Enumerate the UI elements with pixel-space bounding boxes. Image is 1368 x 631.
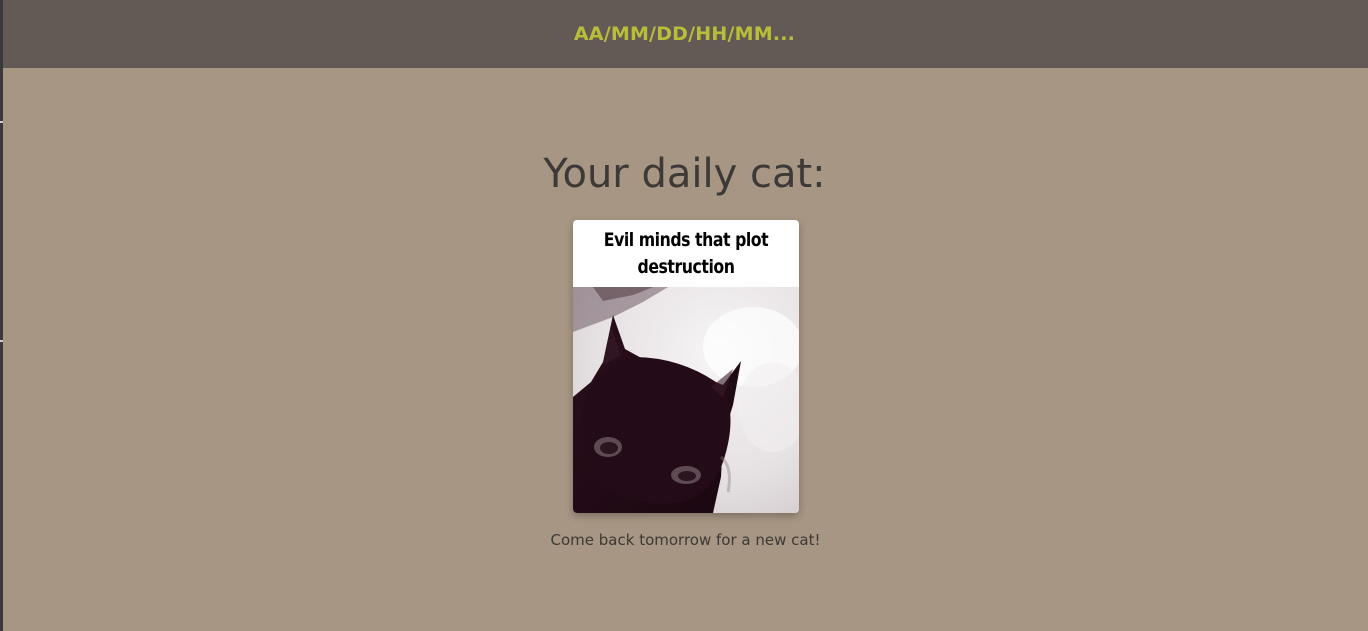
footer-message: Come back tomorrow for a new cat! xyxy=(550,531,821,549)
cat-caption: Evil minds that plot destruction xyxy=(582,220,790,287)
cat-card: Evil minds that plot destruction xyxy=(573,220,799,513)
page-title: Your daily cat: xyxy=(543,151,826,197)
top-bar: AA/MM/DD/HH/MM... xyxy=(3,0,1368,68)
cat-image xyxy=(573,287,799,513)
main-content: Your daily cat: Evil minds that plot des… xyxy=(3,68,1368,631)
timestamp-label: AA/MM/DD/HH/MM... xyxy=(573,23,796,45)
